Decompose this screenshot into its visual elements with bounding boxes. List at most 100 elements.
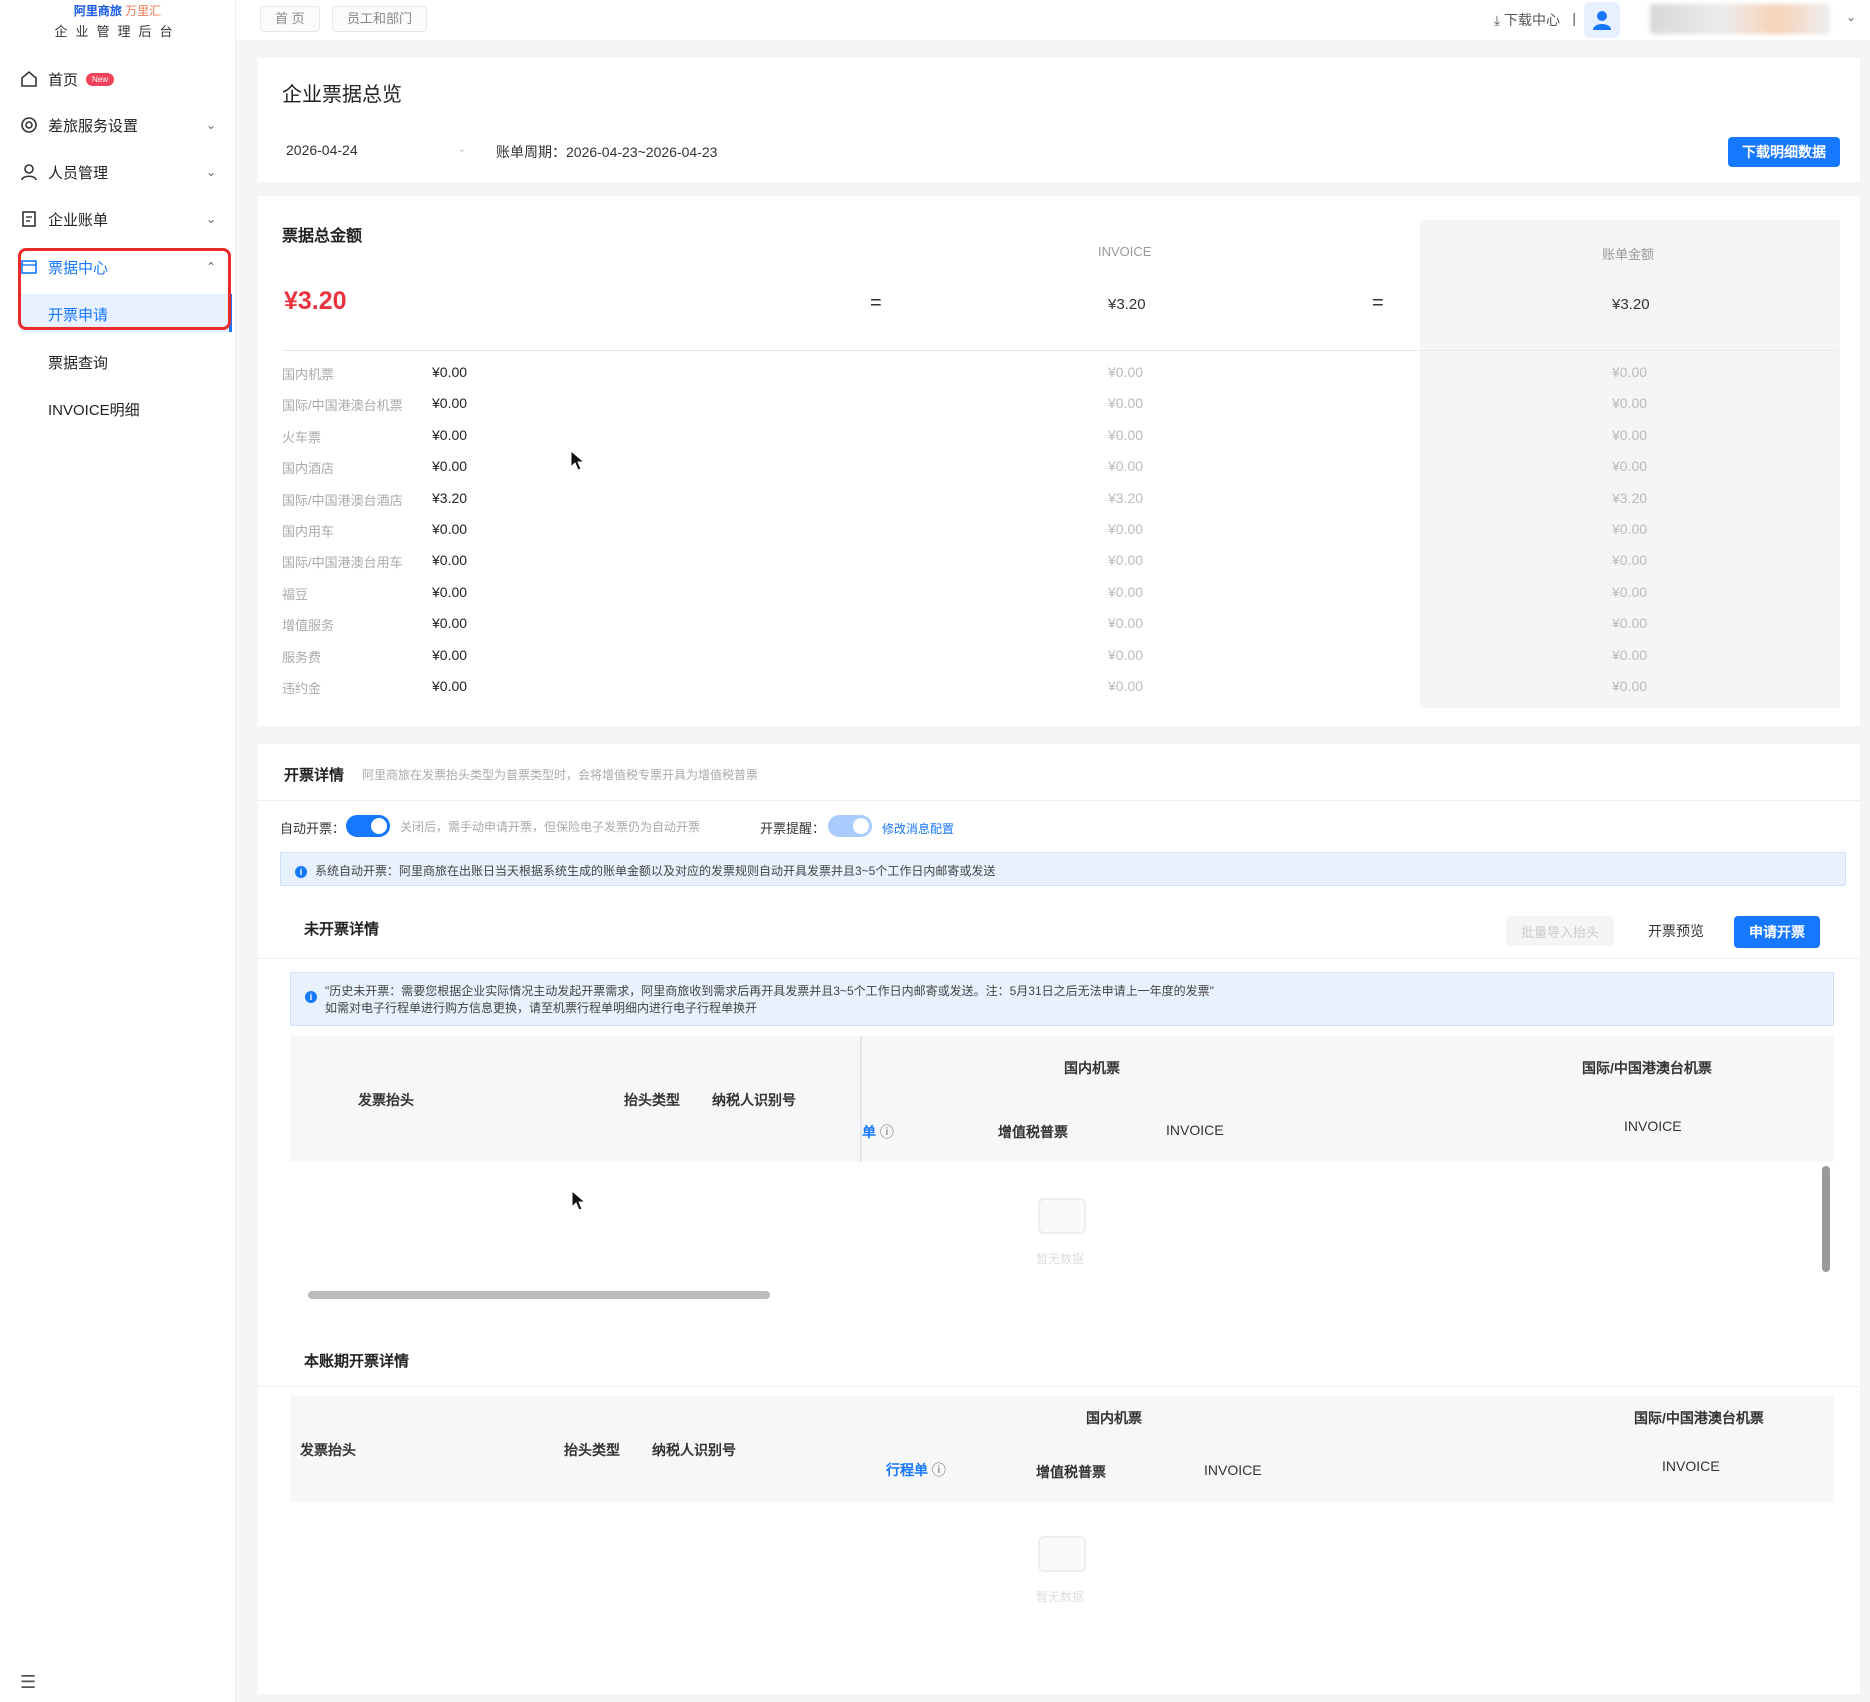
tab-staff-departments[interactable]: 员工和部门 [332,6,428,32]
collapse-menu-icon[interactable]: ☰ [20,1672,36,1693]
sidebar-subitem-invoice-detail[interactable]: INVOICE明细 [48,399,140,420]
row-invoice-amount: ¥0.00 [1108,584,1144,600]
sidebar-item-home[interactable]: 首页 New [18,60,228,98]
history-notice: i "历史未开票：需要您根据企业实际情况主动发起开票需求，阿里商旅收到需求后再开… [290,972,1834,1026]
current-table-header [290,1396,1834,1502]
period-value: 2026-04-23~2026-04-23 [566,144,718,160]
notice-line-2: 如需对电子行程单进行购方信息更换，请至机票行程单明细内进行电子行程单换开 [325,1001,758,1015]
group-intl-flight: 国际/中国港澳台机票 [1634,1410,1764,1426]
batch-import-button[interactable]: 批量导入抬头 [1506,916,1614,946]
modify-message-config-link[interactable]: 修改消息配置 [882,820,954,837]
empty-text: 暂无数据 [1036,1252,1085,1266]
user-name-blurred[interactable] [1650,4,1830,34]
info-icon: i [295,866,307,878]
sidebar: 阿里商旅 万里汇 企业管理后台 首页 New 差旅服务设置 ⌄ 人员管理 ⌄ 企… [0,0,236,1702]
row-bill-amount: ¥0.00 [1612,364,1648,380]
sidebar-subitem-query[interactable]: 票据查询 [48,352,108,373]
download-icon: ⤓ [1493,12,1501,28]
col-tax-id: 纳税人识别号 [712,1092,796,1108]
sidebar-item-label: 差旅服务设置 [48,117,139,135]
col-itinerary-partial[interactable]: 单 ⓘ [862,1122,894,1142]
separator: | [1572,10,1576,26]
sidebar-item-people[interactable]: 人员管理 ⌄ [18,153,228,191]
topbar: 首 页 员工和部门 ⤓ 下载中心 | ⌄ [236,0,1870,40]
col-invoice-intl: INVOICE [1624,1118,1682,1134]
row-amount: ¥0.00 [432,584,468,600]
info-text: 系统自动开票：阿里商旅在出账日当天根据系统生成的账单金额以及对应的发票规则自动开… [315,864,996,878]
row-label: 增值服务 [282,618,335,633]
group-domestic-flight: 国内机票 [1086,1410,1142,1426]
col-itinerary[interactable]: 行程单 ⓘ [886,1460,946,1480]
row-bill-amount: ¥0.00 [1612,552,1648,568]
new-badge: New [86,72,115,86]
download-center-link[interactable]: ⤓ 下载中心 [1494,10,1560,30]
auto-invoice-hint: 关闭后，需手动申请开票，但保险电子发票仍为自动开票 [400,820,701,834]
row-bill-amount: ¥0.00 [1612,521,1648,537]
row-amount: ¥0.00 [432,521,468,537]
chevron-down-icon[interactable]: ⌄ [1846,10,1856,24]
sidebar-item-label: 人员管理 [48,164,109,182]
row-bill-amount: ¥0.00 [1612,427,1648,443]
details-hint: 阿里商旅在发票抬头类型为普票类型时，会将增值税专票开具为增值税普票 [362,768,759,782]
row-label: 违约金 [282,681,322,696]
horizontal-scrollbar[interactable] [308,1291,770,1299]
col-tax-id: 纳税人识别号 [652,1442,736,1458]
row-amount: ¥0.00 [432,427,468,443]
row-label: 国际/中国港澳台机票 [282,398,403,413]
brand-subtitle: 企业管理后台 [54,24,181,39]
avatar[interactable] [1584,2,1620,38]
col-invoice-header: 发票抬头 [300,1442,356,1458]
info-icon: i [305,991,317,1003]
row-label: 国内用车 [282,524,335,539]
date-value: 2026-04-24 [286,142,358,158]
download-details-button[interactable]: 下载明细数据 [1728,137,1840,167]
invoice-preview-button[interactable]: 开票预览 [1630,916,1722,946]
apply-invoice-button[interactable]: 申请开票 [1734,916,1820,948]
row-invoice-amount: ¥0.00 [1108,364,1144,380]
col-vat: 增值税普票 [998,1124,1068,1140]
page-title: 企业票据总览 [282,84,402,106]
row-amount: ¥0.00 [432,647,468,663]
empty-state-icon [1038,1198,1086,1234]
brand-sub: 万里汇 [125,4,162,18]
col-header-type: 抬头类型 [624,1092,680,1108]
row-amount: ¥0.00 [432,458,468,474]
tab-home[interactable]: 首 页 [260,6,320,32]
row-invoice-amount: ¥0.00 [1108,552,1144,568]
remind-toggle[interactable] [828,815,872,837]
total-amount: ¥3.20 [284,287,347,315]
row-invoice-amount: ¥0.00 [1108,395,1144,411]
date-select[interactable]: 2026-04-24 ⌄ [286,142,466,158]
row-amount: ¥0.00 [432,678,468,694]
row-invoice-amount: ¥3.20 [1108,490,1144,506]
sidebar-item-billing[interactable]: 企业账单 ⌄ [18,200,228,238]
row-label: 国际/中国港澳台用车 [282,555,403,570]
brand-main: 阿里商旅 [73,4,122,18]
logo: 阿里商旅 万里汇 企业管理后台 [0,0,235,40]
row-label: 服务费 [282,650,322,665]
divider [282,350,1838,351]
group-intl-flight: 国际/中国港澳台机票 [1582,1060,1712,1076]
chevron-down-icon: ⌄ [205,118,216,132]
row-invoice-amount: ¥0.00 [1108,521,1144,537]
row-bill-amount: ¥0.00 [1612,584,1648,600]
row-amount: ¥0.00 [432,395,468,411]
col-invoice-header: 发票抬头 [358,1092,414,1108]
row-bill-amount: ¥0.00 [1612,458,1648,474]
sidebar-item-travel-settings[interactable]: 差旅服务设置 ⌄ [18,106,228,144]
bill-icon [18,208,40,230]
row-bill-amount: ¥0.00 [1612,615,1648,631]
divider [258,800,1860,801]
divider [258,958,1860,959]
uninvoiced-title: 未开票详情 [304,921,380,938]
chevron-down-icon: ⌄ [205,212,216,226]
row-amount: ¥0.00 [432,364,468,380]
overview-card [258,58,1860,182]
auto-invoice-label: 自动开票： [280,821,346,836]
row-invoice-amount: ¥0.00 [1108,615,1144,631]
user-icon [18,161,40,183]
row-amount: ¥0.00 [432,552,468,568]
highlight-annotation [18,248,231,330]
vertical-scrollbar[interactable] [1822,1166,1830,1272]
auto-invoice-toggle[interactable] [346,815,390,837]
